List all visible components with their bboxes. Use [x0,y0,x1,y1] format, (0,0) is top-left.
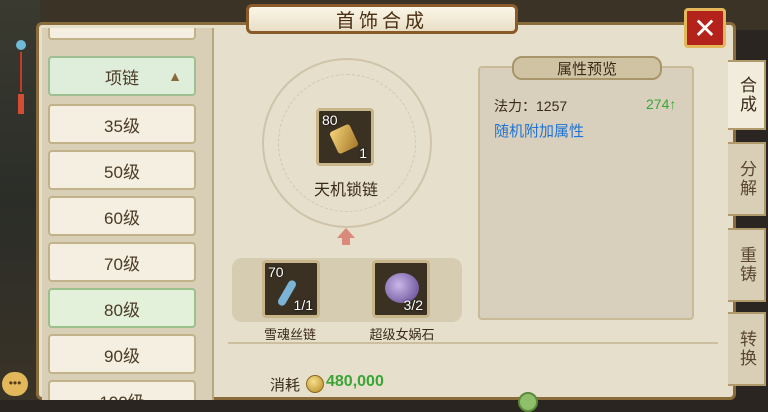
lock-chain-icon [328,123,360,155]
checkbox-icon[interactable] [518,392,538,412]
level-label: 35级 [104,116,140,136]
attribute-header-text: 属性预览 [556,60,617,78]
level-label: 100级 [99,388,144,401]
attribute-header: 属性预览 [512,56,662,80]
sidebar-item-level[interactable]: 35级 [48,104,196,144]
item-count: 1/1 [293,297,313,313]
sidebar-top-stub [48,28,196,40]
tab-synthesize[interactable]: 合成 [728,60,766,130]
sidebar-category-necklace[interactable]: 项链 ▲ [48,56,196,96]
material-slot[interactable]: 3/2 [372,260,430,318]
divider [228,342,718,344]
level-label: 50级 [104,162,140,182]
tab-convert[interactable]: 转换 [728,312,766,386]
sidebar-item-level[interactable]: 60级 [48,196,196,236]
item-level: 70 [268,264,284,280]
close-icon: ✕ [693,12,717,44]
arrow-stem [342,237,350,245]
sidebar-item-level[interactable]: 90级 [48,334,196,374]
result-item-slot[interactable]: 80 1 [316,108,374,166]
level-label: 70级 [104,254,140,274]
stat-label: 法力：1257 [494,98,568,114]
tab-decompose[interactable]: 分解 [728,142,766,216]
material-name: 超级女娲石 [369,327,435,342]
tab-label: 合成 [737,76,756,114]
chat-icon[interactable]: ••• [2,372,28,396]
level-label: 80级 [104,300,140,320]
sidebar-item-level[interactable]: 100级 [48,380,196,400]
level-label: 90级 [104,346,140,366]
sidebar-item-level-selected[interactable]: 80级 [48,288,196,328]
tab-label: 分解 [737,160,756,198]
random-attribute-label: 随机附加属性 [494,123,585,140]
level-sidebar[interactable]: 项链 ▲ 35级 50级 60级 70级 80级 90级 100级 [42,28,214,400]
category-label: 项链 [105,68,139,88]
chevron-up-icon: ▲ [168,68,182,84]
close-button[interactable]: ✕ [684,8,726,48]
material-slot[interactable]: 70 1/1 [262,260,320,318]
page-title: 首饰合成 [246,4,518,34]
sidebar-item-level[interactable]: 70级 [48,242,196,282]
level-label: 60级 [104,208,140,228]
material-name: 雪魂丝链 [263,327,316,342]
ornament-icon [14,40,28,120]
tab-label: 转换 [737,330,756,368]
title-text: 首饰合成 [335,10,428,32]
item-count: 3/2 [403,297,423,313]
sidebar-item-level[interactable]: 50级 [48,150,196,190]
item-count: 1 [359,145,367,161]
cost-amount: 480,000 [326,373,384,390]
tab-label: 重铸 [737,246,756,284]
result-item-name: 天机锁链 [313,182,378,199]
tab-recast[interactable]: 重铸 [728,228,766,302]
cost-label: 消耗 [270,377,301,394]
stat-bonus: 274↑ [646,96,677,112]
coin-icon [306,375,324,393]
item-level: 80 [322,112,338,128]
